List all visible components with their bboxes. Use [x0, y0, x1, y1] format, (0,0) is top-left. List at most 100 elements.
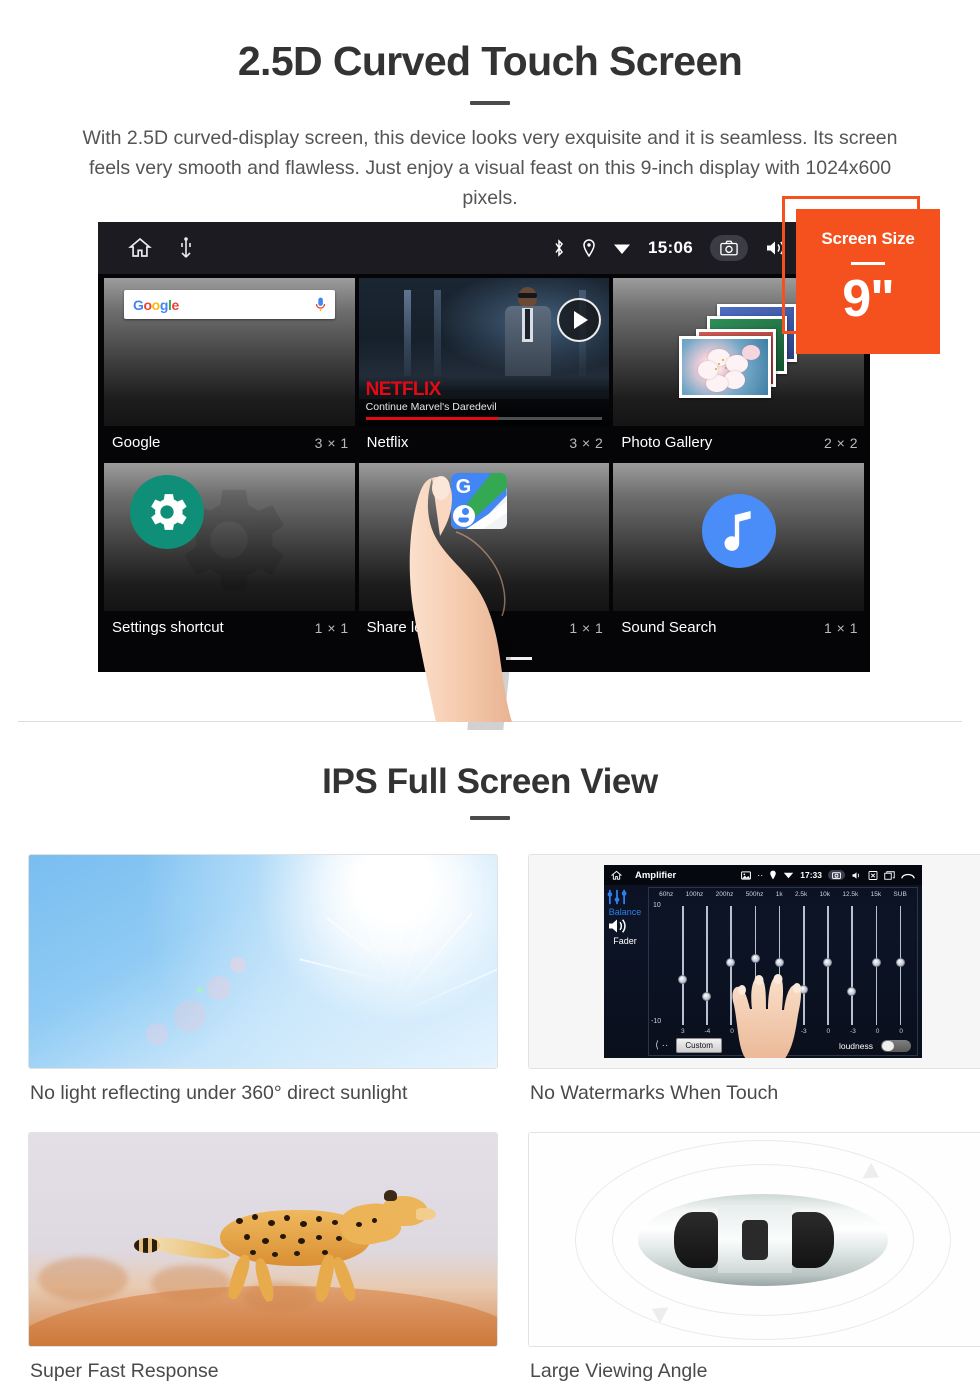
status-bar-time: 15:06	[648, 238, 693, 257]
netflix-widget[interactable]: NETFLIX Continue Marvel's Daredevil	[358, 278, 610, 426]
band-label: SUB	[893, 891, 907, 898]
wifi-icon	[613, 241, 631, 255]
sunlight-image	[28, 854, 498, 1069]
widget-label: Google 3 × 1	[104, 426, 355, 461]
band-label: 12.5k	[842, 891, 859, 898]
running-cheetah	[132, 1188, 442, 1318]
head-unit-screen: 15:06 Google Google 3 × 1 NETFLIX Contin…	[98, 222, 870, 672]
card-caption: No light reflecting under 360° direct su…	[30, 1082, 408, 1104]
eq-slider[interactable]	[871, 906, 882, 1025]
widget-settings-shortcut[interactable]: Settings shortcut 1 × 1	[104, 463, 355, 646]
loudness-toggle[interactable]	[881, 1039, 911, 1052]
touching-hand	[732, 974, 801, 1058]
card-caption: Super Fast Response	[30, 1360, 219, 1382]
location-icon	[582, 239, 596, 257]
music-note-icon[interactable]	[701, 494, 776, 569]
widget-label: Sound Search 1 × 1	[613, 611, 864, 646]
feature-card-sunlight: No light reflecting under 360° direct su…	[28, 854, 498, 1105]
recents-icon[interactable]	[884, 870, 895, 880]
widget-name: Netflix	[366, 434, 409, 451]
close-icon[interactable]	[868, 870, 878, 880]
play-icon[interactable]	[557, 298, 602, 342]
widget-netflix[interactable]: NETFLIX Continue Marvel's Daredevil Netf…	[358, 278, 610, 461]
balance-label[interactable]: Balance	[606, 907, 644, 917]
widget-label: Photo Gallery 2 × 2	[613, 426, 864, 461]
widget-sound-search[interactable]: Sound Search 1 × 1	[613, 463, 865, 646]
curved-touch-screen-section: 2.5D Curved Touch Screen With 2.5D curve…	[0, 0, 980, 730]
car-illustration	[638, 1193, 888, 1286]
widget-name: Settings shortcut	[112, 619, 224, 636]
fader-label[interactable]: Fader	[606, 936, 644, 946]
widget-size: 2 × 2	[823, 434, 859, 451]
scale-bottom-label: -10	[651, 1018, 662, 1025]
loudness-label: loudness	[838, 1040, 873, 1051]
scale-top-label: 10	[653, 902, 661, 909]
google-search-widget[interactable]: Google	[104, 278, 355, 426]
eq-value: 3	[680, 1028, 685, 1035]
widget-row: Settings shortcut 1 × 1 G Share location…	[104, 463, 865, 646]
google-maps-icon[interactable]: G	[450, 473, 507, 529]
home-icon[interactable]	[128, 236, 152, 260]
prev-preset-icon[interactable]: ⟨ ··	[655, 1040, 668, 1051]
eq-slider[interactable]	[702, 906, 712, 1025]
feature-card-car: Large Viewing Angle	[528, 1132, 980, 1383]
netflix-brand: NETFLIX	[365, 379, 442, 400]
google-search-bar[interactable]: Google	[124, 290, 335, 319]
feature-card-cheetah: Super Fast Response	[28, 1132, 498, 1383]
volume-icon[interactable]	[851, 871, 862, 880]
wifi-icon	[783, 871, 794, 879]
page-dot[interactable]	[436, 657, 462, 660]
home-icon[interactable]	[611, 870, 622, 881]
card-caption: No Watermarks When Touch	[530, 1082, 779, 1104]
widget-name: Photo Gallery	[621, 434, 713, 451]
location-icon	[769, 870, 777, 880]
feature-grid: No light reflecting under 360° direct su…	[0, 820, 980, 1383]
back-icon[interactable]	[901, 871, 915, 880]
ips-full-screen-section: IPS Full Screen View No light reflecting…	[0, 722, 980, 1383]
band-label: 100hz	[685, 891, 704, 898]
cheetah-image	[28, 1132, 498, 1347]
widget-name: Share location	[366, 619, 463, 636]
band-label: 200hz	[715, 891, 734, 898]
settings-shortcut-widget[interactable]	[104, 463, 355, 611]
gallery-icon[interactable]	[741, 870, 752, 880]
amplifier-time: 17:33	[800, 870, 822, 880]
google-logo: Google	[133, 296, 179, 313]
eq-value: -4	[704, 1028, 711, 1035]
widget-size: 1 × 1	[569, 619, 604, 636]
widget-size: 1 × 1	[314, 619, 349, 636]
badge-divider	[851, 262, 885, 265]
badge-value: 9"	[842, 270, 895, 328]
usb-icon[interactable]	[178, 237, 194, 259]
fader-speaker-icon[interactable]	[606, 917, 644, 935]
camera-icon[interactable]	[710, 235, 748, 261]
widget-google[interactable]: Google Google 3 × 1	[104, 278, 355, 461]
microphone-icon[interactable]	[315, 297, 326, 312]
feature-card-amplifier: Amplifier ·· 17:33 Balance Fader 60hz 10…	[528, 854, 980, 1105]
share-location-widget[interactable]: G	[358, 463, 610, 611]
eq-slider[interactable]	[847, 906, 857, 1025]
gear-icon[interactable]	[130, 475, 204, 549]
eq-value: 0	[899, 1028, 903, 1035]
widget-name: Sound Search	[621, 619, 717, 636]
progress-bar	[365, 417, 603, 420]
section-two-title: IPS Full Screen View	[322, 762, 658, 801]
sound-search-widget[interactable]	[613, 463, 865, 611]
frequency-band-labels: 60hz 100hz 200hz 500hz 1k 2.5k 10k 12.5k…	[649, 888, 917, 898]
eq-slider[interactable]	[678, 906, 688, 1025]
widget-row: Google Google 3 × 1 NETFLIX Continue Mar…	[104, 278, 865, 461]
eq-value: -3	[850, 1028, 856, 1035]
bluetooth-icon	[553, 239, 565, 257]
equalizer-icon[interactable]	[606, 889, 644, 905]
netflix-character	[499, 286, 557, 376]
band-label: 500hz	[745, 891, 764, 898]
widget-label: Settings shortcut 1 × 1	[104, 611, 355, 646]
more-icon[interactable]: ··	[757, 870, 763, 880]
widget-name: Google	[112, 434, 161, 451]
status-bar: 15:06	[98, 222, 870, 274]
widget-share-location[interactable]: G Share location 1 × 1	[358, 463, 610, 646]
band-label: 15k	[870, 891, 882, 898]
camera-icon[interactable]	[828, 870, 845, 880]
flower-photo	[678, 336, 771, 398]
eq-slider[interactable]	[895, 906, 906, 1025]
